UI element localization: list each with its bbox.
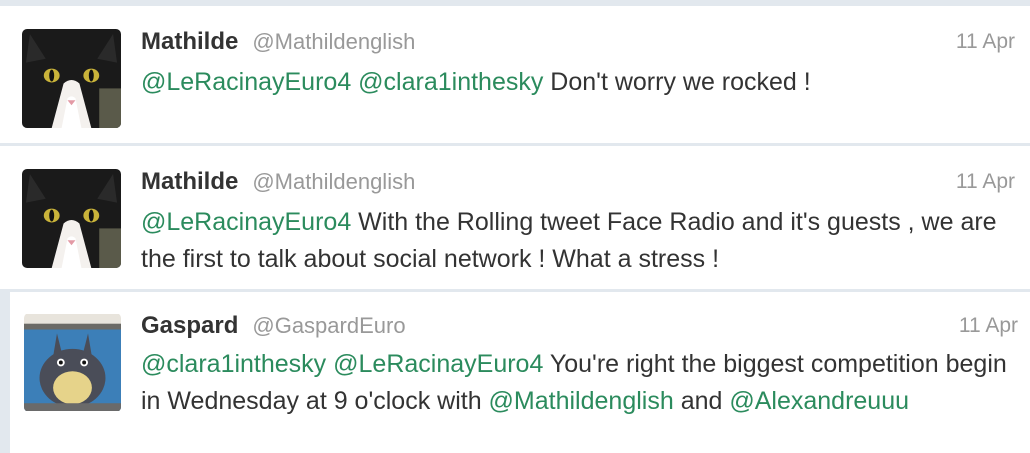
tweet-item[interactable]: Mathilde @Mathildenglish 11 Apr @LeRacina… bbox=[0, 146, 1030, 289]
cat-avatar-icon[interactable] bbox=[22, 29, 121, 128]
author-name[interactable]: Mathilde bbox=[141, 28, 238, 56]
mention-link[interactable]: @Mathildenglish bbox=[489, 387, 674, 415]
tweet-header: Mathilde @Mathildenglish 11 Apr bbox=[141, 28, 1020, 58]
tweet-header: Mathilde @Mathildenglish 11 Apr bbox=[141, 168, 1020, 198]
tweet-item[interactable]: Mathilde @Mathildenglish 11 Apr @LeRacina… bbox=[0, 6, 1030, 143]
mention-link[interactable]: @LeRacinayEuro4 bbox=[141, 68, 351, 96]
tweet-text: @LeRacinayEuro4 @clara1inthesky Don't wo… bbox=[141, 64, 1015, 101]
author-handle[interactable]: @GaspardEuro bbox=[252, 313, 405, 339]
cat-avatar-icon[interactable] bbox=[22, 169, 121, 268]
text-segment: and bbox=[673, 387, 730, 415]
totoro-avatar-icon[interactable] bbox=[24, 313, 121, 412]
mention-link[interactable]: @LeRacinayEuro4 bbox=[333, 350, 543, 378]
tweet-item[interactable]: Gaspard @GaspardEuro 11 Apr @clara1inthes… bbox=[10, 292, 1030, 453]
tweet-timestamp[interactable]: 11 Apr bbox=[956, 170, 1015, 194]
mention-link[interactable]: @Alexandreuuu bbox=[729, 387, 909, 415]
mention-link[interactable]: @clara1inthesky bbox=[141, 350, 326, 378]
tweet-timestamp[interactable]: 11 Apr bbox=[956, 30, 1015, 54]
tweet-text: @LeRacinayEuro4 With the Rolling tweet F… bbox=[141, 204, 1015, 278]
mention-link[interactable]: @LeRacinayEuro4 bbox=[141, 208, 351, 236]
text-segment: Don't worry we rocked ! bbox=[543, 68, 811, 96]
author-handle[interactable]: @Mathildenglish bbox=[252, 169, 415, 195]
tweet-feed: Mathilde @Mathildenglish 11 Apr @LeRacina… bbox=[0, 0, 1030, 453]
tweet-header: Gaspard @GaspardEuro 11 Apr bbox=[141, 312, 1020, 342]
author-name[interactable]: Gaspard bbox=[141, 312, 238, 340]
author-handle[interactable]: @Mathildenglish bbox=[252, 29, 415, 55]
author-name[interactable]: Mathilde bbox=[141, 168, 238, 196]
tweet-timestamp[interactable]: 11 Apr bbox=[959, 314, 1018, 338]
tweet-text: @clara1inthesky @LeRacinayEuro4 You're r… bbox=[141, 346, 1015, 420]
mention-link[interactable]: @clara1inthesky bbox=[358, 68, 543, 96]
